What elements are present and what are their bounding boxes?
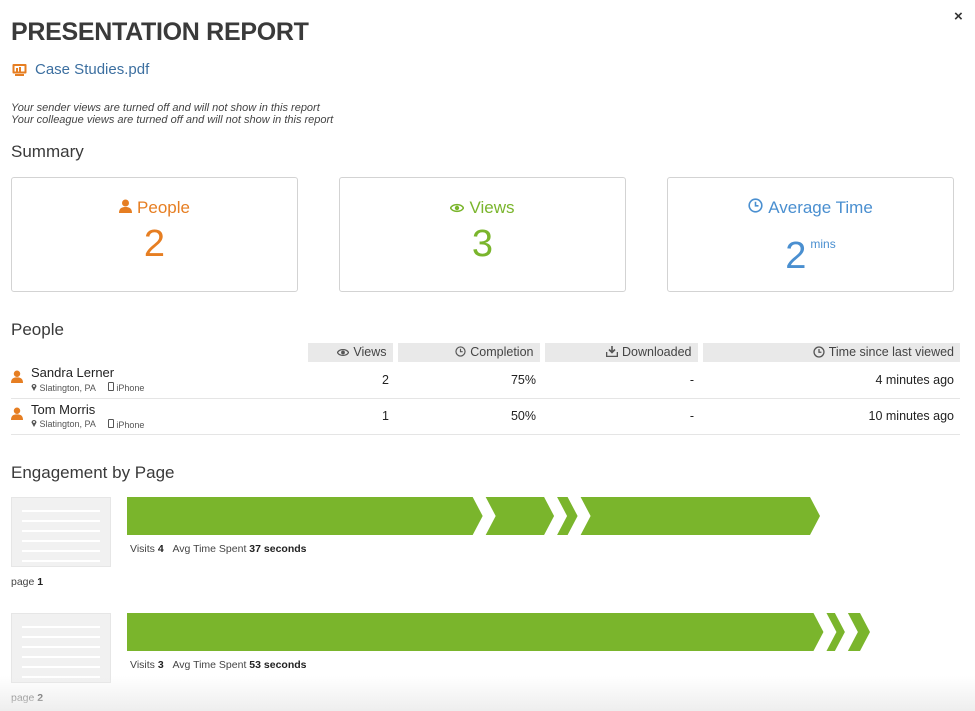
people-heading: People	[11, 320, 64, 339]
views-cell: 1	[305, 398, 395, 435]
completion-cell: 75%	[395, 362, 542, 399]
visits-label: Visits	[130, 659, 155, 671]
history-icon	[455, 346, 466, 357]
file-link[interactable]: Case Studies.pdf	[12, 61, 149, 78]
completion-column-header[interactable]: Completion	[392, 343, 542, 362]
person-cell: Tom Morris Slatington, PA iPhone	[11, 398, 305, 435]
downloaded-cell: -	[542, 398, 700, 435]
person-name[interactable]: Tom Morris	[31, 402, 144, 417]
table-row[interactable]: Sandra Lerner Slatington, PA iPhone 2 75…	[11, 362, 960, 399]
visits-label: Visits	[130, 543, 155, 555]
engagement-segment	[557, 497, 578, 535]
engagement-segment	[127, 497, 483, 535]
page-title: PRESENTATION REPORT	[11, 18, 309, 46]
engagement-heading: Engagement by Page	[11, 463, 175, 482]
clock-icon	[813, 345, 825, 358]
avg-time-value: 53 seconds	[249, 659, 307, 671]
eye-icon	[450, 198, 465, 218]
presentation-icon	[12, 63, 27, 77]
views-card: Views 3	[339, 177, 626, 292]
phone-icon	[107, 382, 114, 392]
person-name[interactable]: Sandra Lerner	[31, 366, 144, 380]
last-viewed-cell: 4 minutes ago	[700, 362, 960, 399]
engagement-segment	[580, 497, 820, 535]
views-card-label: Views	[469, 198, 515, 217]
person-location: Slatington, PA	[39, 382, 96, 393]
page-thumbnail[interactable]	[11, 497, 111, 567]
people-table: Views Completion Downloaded Time since l…	[11, 343, 960, 435]
average-time-value: 2 mins	[668, 222, 953, 278]
page-number: 1	[37, 576, 44, 588]
page-label-text: page	[11, 692, 35, 704]
colleague-views-note: Your colleague views are turned off and …	[11, 114, 334, 126]
engagement-segment	[847, 613, 870, 651]
last-viewed-column-header[interactable]: Time since last viewed	[697, 343, 960, 362]
file-name: Case Studies.pdf	[35, 61, 150, 78]
views-count: 3	[471, 223, 494, 265]
sender-views-note: Your sender views are turned off and wil…	[11, 102, 320, 114]
average-time-unit: mins	[810, 237, 836, 251]
close-button[interactable]: ×	[954, 8, 963, 25]
visits-value: 3	[157, 659, 164, 671]
engagement-segment	[485, 497, 555, 535]
downloaded-column-header[interactable]: Downloaded	[539, 343, 700, 362]
views-column-label: Views	[353, 345, 387, 360]
visits-value: 4	[157, 543, 164, 555]
report-notes: Your sender views are turned off and wil…	[11, 102, 333, 126]
phone-icon	[107, 418, 114, 428]
avg-time-label: Avg Time Spent	[172, 543, 247, 555]
page-label: page 2	[11, 692, 43, 704]
person-icon	[11, 407, 23, 420]
person-icon	[119, 198, 133, 218]
completion-cell: 50%	[395, 398, 542, 435]
average-time-card: Average Time 2 mins	[667, 177, 954, 292]
clock-icon	[748, 198, 763, 218]
person-cell: Sandra Lerner Slatington, PA iPhone	[11, 362, 305, 399]
people-card-label: People	[137, 198, 190, 217]
summary-heading: Summary	[11, 142, 84, 161]
downloaded-cell: -	[542, 362, 700, 399]
bottom-fade	[0, 676, 975, 711]
person-column-header	[11, 343, 305, 362]
table-row[interactable]: Tom Morris Slatington, PA iPhone 1 50% -…	[11, 398, 960, 435]
location-pin-icon	[31, 383, 37, 391]
avg-time-value: 37 seconds	[249, 543, 307, 555]
page-label: page 1	[11, 576, 43, 588]
person-location: Slatington, PA	[39, 419, 96, 429]
page-stats: Visits 4 Avg Time Spent 37 seconds	[130, 543, 307, 555]
engagement-bar	[127, 613, 870, 651]
average-time-card-label: Average Time	[768, 198, 873, 217]
page-number: 2	[37, 692, 44, 704]
location-pin-icon	[31, 420, 37, 427]
last-viewed-cell: 10 minutes ago	[700, 398, 960, 435]
avg-time-label: Avg Time Spent	[172, 659, 247, 671]
downloaded-column-label: Downloaded	[622, 344, 692, 359]
engagement-segment	[127, 613, 824, 651]
person-device: iPhone	[116, 419, 145, 430]
page-thumbnail[interactable]	[11, 613, 111, 683]
eye-icon	[337, 348, 350, 356]
page-stats: Visits 3 Avg Time Spent 53 seconds	[130, 659, 307, 671]
engagement-segment	[826, 613, 845, 651]
person-icon	[11, 370, 23, 384]
download-icon	[606, 346, 618, 358]
engagement-bar	[127, 497, 820, 535]
people-card: People 2	[11, 177, 298, 292]
views-column-header[interactable]: Views	[302, 343, 395, 362]
average-time-number: 2	[785, 235, 807, 277]
person-device: iPhone	[116, 383, 145, 394]
last-viewed-column-label: Time since last viewed	[828, 344, 954, 359]
completion-column-label: Completion	[470, 344, 534, 359]
page-label-text: page	[11, 576, 35, 588]
people-count: 2	[143, 223, 166, 265]
views-cell: 2	[305, 362, 395, 399]
